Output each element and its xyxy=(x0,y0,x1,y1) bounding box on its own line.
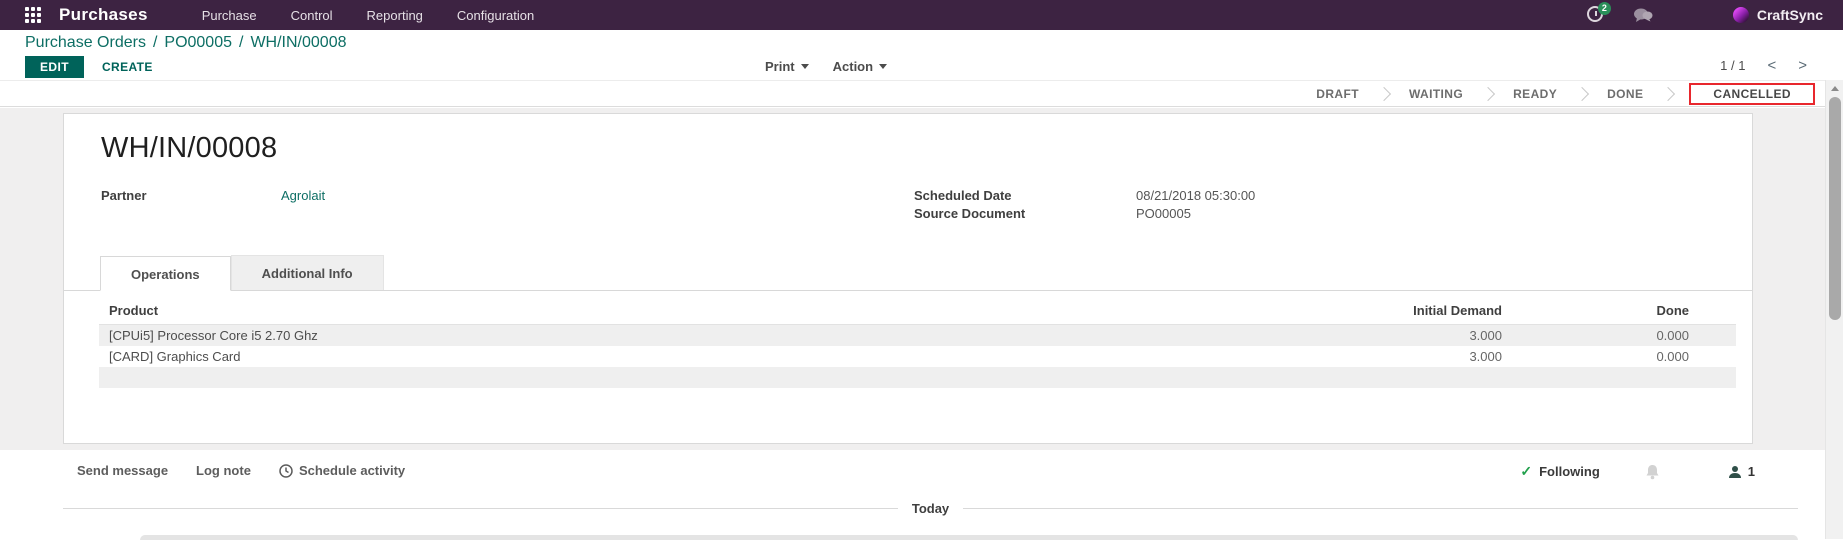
form-view-background: WH/IN/00008 Partner Agrolait Scheduled D… xyxy=(0,108,1825,450)
print-dropdown-label: Print xyxy=(765,59,795,74)
activities-icon[interactable]: 2 xyxy=(1586,2,1611,24)
cell-initial-demand: 3.000 xyxy=(1469,328,1502,343)
notebook-tabs: Operations Additional Info xyxy=(64,255,1752,291)
create-button[interactable]: CREATE xyxy=(102,60,153,74)
followers-button[interactable]: 1 xyxy=(1728,464,1755,479)
cell-done: 0.000 xyxy=(1656,328,1689,343)
following-label: Following xyxy=(1539,464,1600,479)
today-label: Today xyxy=(911,501,950,516)
edit-button[interactable]: EDIT xyxy=(25,56,84,78)
apps-menu-icon[interactable] xyxy=(25,7,41,23)
source-document-label: Source Document xyxy=(914,206,1026,221)
clock-icon xyxy=(279,463,293,478)
breadcrumb-separator: / xyxy=(239,34,244,51)
action-dropdown-label: Action xyxy=(832,59,874,74)
operations-table: Product Initial Demand Done [CPUi5] Proc… xyxy=(99,300,1736,388)
control-panel: Purchase Orders / PO00005 / WH/IN/00008 EDIT… xyxy=(0,30,1843,80)
menu-control[interactable]: Control xyxy=(291,8,333,23)
breadcrumb-purchase-orders[interactable]: Purchase Orders xyxy=(25,34,146,51)
following-button[interactable]: ✓ Following xyxy=(1520,463,1599,480)
statusbar: DRAFT WAITING READY DONE CANCELLED xyxy=(0,80,1825,107)
chatter: Send message Log note Schedule activity … xyxy=(0,450,1825,539)
status-cancelled-active[interactable]: CANCELLED xyxy=(1713,87,1791,101)
vertical-scrollbar[interactable] xyxy=(1825,80,1843,539)
cell-done: 0.000 xyxy=(1656,349,1689,364)
company-name: CraftSync xyxy=(1756,7,1823,23)
form-sheet: WH/IN/00008 Partner Agrolait Scheduled D… xyxy=(63,113,1753,444)
table-row[interactable]: [CARD] Graphics Card 3.000 0.000 xyxy=(99,346,1736,367)
chevron-right-icon xyxy=(1661,86,1676,101)
bell-icon[interactable] xyxy=(1645,464,1660,480)
pager: 1 / 1 < > xyxy=(1720,58,1807,73)
print-dropdown[interactable]: Print xyxy=(765,59,809,74)
record-title: WH/IN/00008 xyxy=(101,132,278,164)
partner-field-label: Partner xyxy=(101,188,147,203)
column-header-initial-demand: Initial Demand xyxy=(1413,303,1502,318)
menu-configuration[interactable]: Configuration xyxy=(457,8,534,23)
top-navbar: Purchases Purchase Control Reporting Con… xyxy=(0,0,1843,30)
table-row-empty xyxy=(99,367,1736,388)
status-ready[interactable]: READY xyxy=(1505,87,1565,101)
annotation-highlight-box: CANCELLED xyxy=(1689,82,1815,105)
chevron-right-icon xyxy=(1376,86,1392,101)
field-groups: Partner Agrolait Scheduled Date 08/21/20… xyxy=(101,187,1715,223)
messages-icon[interactable] xyxy=(1633,7,1653,23)
table-header-row: Product Initial Demand Done xyxy=(99,300,1736,325)
log-note-button[interactable]: Log note xyxy=(196,463,251,478)
column-header-done: Done xyxy=(1656,303,1690,318)
schedule-activity-label: Schedule activity xyxy=(298,463,406,478)
cell-product: [CPUi5] Processor Core i5 2.70 Ghz xyxy=(109,328,318,343)
column-header-product: Product xyxy=(109,303,159,318)
source-document-value: PO00005 xyxy=(1136,206,1191,221)
schedule-activity-button[interactable]: Schedule activity xyxy=(279,463,405,478)
pager-previous-button[interactable]: < xyxy=(1767,58,1776,73)
company-logo xyxy=(1732,7,1749,23)
user-menu[interactable]: CraftSync xyxy=(1732,7,1823,23)
breadcrumb: Purchase Orders / PO00005 / WH/IN/00008 xyxy=(25,34,347,52)
table-row[interactable]: [CPUi5] Processor Core i5 2.70 Ghz 3.000… xyxy=(99,325,1736,346)
app-name[interactable]: Purchases xyxy=(59,5,148,25)
caret-down-icon xyxy=(800,64,809,69)
activity-count-badge: 2 xyxy=(1597,2,1611,15)
person-icon xyxy=(1728,465,1741,478)
tab-additional-info[interactable]: Additional Info xyxy=(230,255,384,290)
caret-down-icon xyxy=(879,64,888,69)
menu-reporting[interactable]: Reporting xyxy=(367,8,423,23)
chevron-right-icon xyxy=(1575,86,1590,101)
breadcrumb-current-record: WH/IN/00008 xyxy=(250,34,347,51)
breadcrumb-separator: / xyxy=(152,34,158,51)
cell-product: [CARD] Graphics Card xyxy=(109,349,241,364)
followers-count: 1 xyxy=(1747,464,1755,479)
chevron-right-icon xyxy=(1481,86,1496,101)
menu-purchase[interactable]: Purchase xyxy=(202,8,257,23)
tab-operations[interactable]: Operations xyxy=(100,256,231,291)
message-card-top-edge xyxy=(140,535,1798,540)
scrollbar-thumb[interactable] xyxy=(1828,97,1841,320)
status-waiting[interactable]: WAITING xyxy=(1401,87,1471,101)
action-dropdown[interactable]: Action xyxy=(832,59,888,74)
today-divider: Today xyxy=(63,501,1798,516)
pager-next-button[interactable]: > xyxy=(1798,58,1807,73)
status-done[interactable]: DONE xyxy=(1599,87,1651,101)
scheduled-date-label: Scheduled Date xyxy=(914,188,1012,203)
send-message-button[interactable]: Send message xyxy=(77,463,168,478)
status-draft[interactable]: DRAFT xyxy=(1308,87,1367,101)
partner-field-value[interactable]: Agrolait xyxy=(281,187,325,205)
check-icon: ✓ xyxy=(1520,463,1533,479)
pager-count: 1 / 1 xyxy=(1720,58,1746,73)
top-menu: Purchase Control Reporting Configuration xyxy=(202,8,535,23)
scroll-up-arrow-icon[interactable] xyxy=(1830,86,1839,91)
scheduled-date-value: 08/21/2018 05:30:00 xyxy=(1136,188,1256,203)
cell-initial-demand: 3.000 xyxy=(1469,349,1502,364)
breadcrumb-po00005[interactable]: PO00005 xyxy=(164,34,232,51)
